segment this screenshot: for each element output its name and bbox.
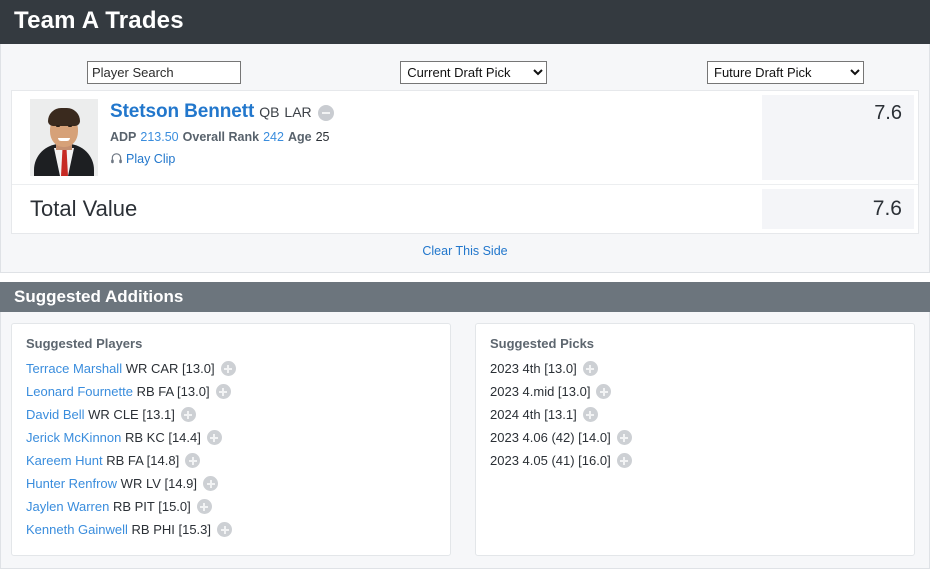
plus-circle-icon[interactable]	[220, 361, 236, 377]
list-item: David Bell WR CLE [13.1]	[26, 403, 436, 426]
player-meta-line: ADP 213.50 Overall Rank 242 Age 25	[110, 129, 334, 146]
suggested-pick-label: 2023 4.06 (42) [14.0]	[490, 430, 611, 445]
suggested-player-link[interactable]: Kenneth Gainwell	[26, 522, 128, 537]
overall-rank-label: Overall Rank	[182, 130, 260, 144]
headphones-icon	[110, 152, 123, 170]
list-item: Kenneth Gainwell RB PHI [15.3]	[26, 518, 436, 541]
plus-circle-icon[interactable]	[196, 499, 212, 515]
player-name-line: Stetson Bennett QB LAR	[110, 101, 334, 124]
list-item: Jaylen Warren RB PIT [15.0]	[26, 495, 436, 518]
suggested-players-card: Suggested Players Terrace Marshall WR CA…	[11, 323, 451, 556]
total-value-amount: 7.6	[762, 189, 914, 229]
suggested-picks-list: 2023 4th [13.0] 2023 4.mid [13.0] 2024 4th…	[490, 357, 900, 472]
plus-circle-icon[interactable]	[180, 407, 196, 423]
suggested-player-detail: WR CLE [13.1]	[88, 407, 175, 422]
adp-label: ADP	[110, 130, 137, 144]
list-item: 2023 4.mid [13.0]	[490, 380, 900, 403]
player-team: LAR	[284, 104, 312, 120]
trade-rows-card: Stetson Bennett QB LAR ADP 213.50 Overall Ra…	[11, 90, 919, 234]
plus-circle-icon[interactable]	[206, 430, 222, 446]
list-item: 2023 4.05 (41) [16.0]	[490, 449, 900, 472]
suggested-pick-label: 2024 4th [13.1]	[490, 407, 577, 422]
search-slot	[11, 60, 400, 84]
list-item: 2023 4.06 (42) [14.0]	[490, 426, 900, 449]
plus-circle-icon[interactable]	[616, 430, 632, 446]
plus-circle-icon[interactable]	[217, 522, 233, 538]
list-item: Terrace Marshall WR CAR [13.0]	[26, 357, 436, 380]
suggested-additions-body: Suggested Players Terrace Marshall WR CA…	[0, 312, 930, 569]
suggested-player-detail: RB FA [14.8]	[106, 453, 180, 468]
table-row: Stetson Bennett QB LAR ADP 213.50 Overall Ra…	[12, 91, 918, 185]
minus-circle-icon[interactable]	[317, 104, 334, 121]
plus-circle-icon[interactable]	[596, 384, 612, 400]
list-item: 2024 4th [13.1]	[490, 403, 900, 426]
suggested-additions-title: Suggested Additions	[0, 282, 930, 312]
suggested-player-link[interactable]: Hunter Renfrow	[26, 476, 117, 491]
suggested-player-detail: WR CAR [13.0]	[125, 361, 215, 376]
list-item: Hunter Renfrow WR LV [14.9]	[26, 472, 436, 495]
suggested-player-link[interactable]: Leonard Fournette	[26, 384, 133, 399]
clear-side-row: Clear This Side	[11, 234, 919, 264]
player-name-link[interactable]: Stetson Bennett	[110, 101, 254, 122]
list-item: 2023 4th [13.0]	[490, 357, 900, 380]
player-search-input[interactable]	[87, 60, 241, 84]
age-value: 25	[315, 130, 330, 144]
list-item: Jerick McKinnon RB KC [14.4]	[26, 426, 436, 449]
suggested-player-detail: RB FA [13.0]	[136, 384, 210, 399]
suggested-player-detail: WR LV [14.9]	[120, 476, 198, 491]
suggested-players-heading: Suggested Players	[26, 336, 143, 351]
plus-circle-icon[interactable]	[582, 361, 598, 377]
plus-circle-icon[interactable]	[616, 453, 632, 469]
play-clip-row[interactable]: Play Clip	[110, 150, 334, 170]
plus-circle-icon[interactable]	[185, 453, 201, 469]
list-item: Leonard Fournette RB FA [13.0]	[26, 380, 436, 403]
team-trades-panel: Team A Trades Current Draft Pick Future …	[0, 0, 930, 273]
current-pick-slot: Current Draft Pick	[400, 60, 704, 84]
controls-row: Current Draft Pick Future Draft Pick	[11, 54, 919, 90]
future-draft-pick-select[interactable]: Future Draft Pick	[707, 60, 864, 84]
panel-body: Current Draft Pick Future Draft Pick	[0, 44, 930, 273]
panel-title: Team A Trades	[0, 0, 930, 44]
adp-value: 213.50	[140, 130, 179, 144]
suggested-player-link[interactable]: Jaylen Warren	[26, 499, 109, 514]
current-draft-pick-select[interactable]: Current Draft Pick	[400, 60, 548, 84]
suggested-pick-label: 2023 4.05 (41) [16.0]	[490, 453, 611, 468]
future-pick-slot: Future Draft Pick	[704, 60, 919, 84]
player-value: 7.6	[762, 95, 914, 180]
plus-circle-icon[interactable]	[203, 476, 219, 492]
suggested-pick-label: 2023 4th [13.0]	[490, 361, 577, 376]
suggested-picks-card: Suggested Picks 2023 4th [13.0] 2023 4.mi…	[475, 323, 915, 556]
list-item: Kareem Hunt RB FA [14.8]	[26, 449, 436, 472]
overall-rank-value: 242	[263, 130, 284, 144]
total-value-row: Total Value 7.6	[12, 185, 918, 233]
suggested-picks-heading: Suggested Picks	[490, 336, 595, 351]
avatar	[30, 99, 98, 176]
player-cell: Stetson Bennett QB LAR ADP 213.50 Overall Ra…	[12, 91, 762, 184]
total-value-label: Total Value	[30, 196, 138, 221]
player-info: Stetson Bennett QB LAR ADP 213.50 Overall Ra…	[98, 99, 334, 170]
player-position: QB	[259, 104, 280, 120]
suggested-player-link[interactable]: Kareem Hunt	[26, 453, 103, 468]
plus-circle-icon[interactable]	[215, 384, 231, 400]
suggested-additions-panel: Suggested Additions Suggested Players Te…	[0, 282, 930, 569]
suggested-pick-label: 2023 4.mid [13.0]	[490, 384, 591, 399]
suggested-player-detail: RB PIT [15.0]	[112, 499, 191, 514]
clear-this-side-link[interactable]: Clear This Side	[422, 244, 507, 258]
plus-circle-icon[interactable]	[582, 407, 598, 423]
suggested-player-link[interactable]: David Bell	[26, 407, 85, 422]
age-label: Age	[287, 130, 312, 144]
suggested-player-link[interactable]: Jerick McKinnon	[26, 430, 121, 445]
suggested-player-detail: RB PHI [15.3]	[131, 522, 212, 537]
suggested-player-detail: RB KC [14.4]	[125, 430, 201, 445]
play-clip-label[interactable]: Play Clip	[126, 152, 175, 166]
suggested-players-list: Terrace Marshall WR CAR [13.0] Leonard Fo…	[26, 357, 436, 541]
suggested-player-link[interactable]: Terrace Marshall	[26, 361, 122, 376]
